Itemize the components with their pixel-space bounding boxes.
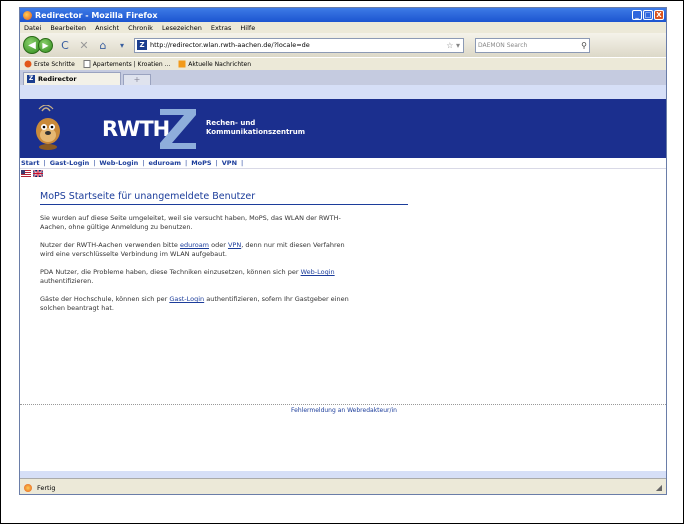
rz-logo-icon: [160, 109, 196, 149]
text: oder: [209, 241, 228, 249]
url-star-icon[interactable]: ☆ ▾: [446, 41, 460, 50]
rss-feed-icon: [178, 60, 186, 68]
status-icon: [24, 483, 32, 492]
firefox-bookmark-icon: [24, 60, 32, 68]
screenshot-frame: Redirector - Mozilla Firefox _ □ X Datei…: [0, 0, 684, 524]
menu-extras[interactable]: Extras: [211, 24, 232, 32]
nav-vpn[interactable]: VPN: [222, 159, 237, 167]
status-text: Fertig: [37, 483, 56, 492]
close-button[interactable]: X: [654, 10, 664, 20]
tab-bar: Z Redirector +: [20, 70, 666, 85]
page-content: RWTH Rechen- und Kommunikationszentrum S…: [20, 99, 666, 471]
main-article: MoPS Startseite für unangemeldete Benutz…: [20, 177, 666, 313]
banner-subtitle: Rechen- und Kommunikationszentrum: [206, 119, 305, 137]
text: PDA Nutzer, die Probleme haben, diese Te…: [40, 268, 301, 276]
paragraph-redirect: Sie wurden auf diese Seite umgeleitet, w…: [40, 214, 341, 231]
new-tab-button[interactable]: +: [123, 74, 151, 85]
site-favicon-icon: Z: [137, 40, 147, 50]
bookmark-label: Aktuelle Nachrichten: [188, 60, 252, 68]
bookmark-label: Apartements | Kroatien ...: [92, 60, 171, 68]
title-bar: Redirector - Mozilla Firefox _ □ X: [20, 8, 666, 22]
bookmark-star-icon[interactable]: ▾: [115, 41, 129, 50]
maximize-button[interactable]: □: [643, 10, 653, 20]
header-banner: RWTH Rechen- und Kommunikationszentrum: [20, 99, 666, 158]
menu-bearbeiten[interactable]: Bearbeiten: [50, 24, 86, 32]
url-text: http://redirector.wlan.rwth-aachen.de/?l…: [150, 41, 310, 49]
nav-eduroam[interactable]: eduroam: [148, 159, 181, 167]
tab-label: Redirector: [38, 75, 77, 83]
paragraph-rwth-users: Nutzer der RWTH-Aachen verwenden bitte e…: [40, 241, 350, 259]
nav-start[interactable]: Start: [21, 159, 40, 167]
bookmark-label: Erste Schritte: [34, 60, 75, 68]
menu-hilfe[interactable]: Hilfe: [240, 24, 255, 32]
web-login-link[interactable]: Web-Login: [301, 268, 335, 276]
search-icon[interactable]: ⚲: [581, 41, 587, 50]
text: Nutzer der RWTH-Aachen verwenden bitte: [40, 241, 180, 249]
menu-lesezeichen[interactable]: Lesezeichen: [162, 24, 202, 32]
bookmark-aktuelle-nachrichten[interactable]: Aktuelle Nachrichten: [178, 60, 251, 68]
menu-bar: Datei Bearbeiten Ansicht Chronik Lesezei…: [20, 22, 666, 33]
minimize-button[interactable]: _: [632, 10, 642, 20]
site-navigation: Start | Gast-Login | Web-Login | eduroam | M…: [20, 158, 666, 169]
navigation-toolbar: ◀ ▶ C ✕ ⌂ ▾ Z http://redirector.wlan.rwt…: [20, 33, 666, 57]
search-engine-label: DAEMON Search: [478, 41, 528, 49]
paragraph-pda-users: PDA Nutzer, die Probleme haben, diese Te…: [40, 268, 350, 286]
bookmarks-bar: Erste Schritte Apartements | Kroatien ..…: [20, 57, 666, 70]
nav-web-login[interactable]: Web-Login: [99, 159, 138, 167]
eduroam-link[interactable]: eduroam: [180, 241, 209, 249]
page-title: MoPS Startseite für unangemeldete Benutz…: [40, 191, 408, 205]
menu-ansicht[interactable]: Ansicht: [95, 24, 119, 32]
firefox-icon: [23, 10, 32, 20]
subtitle-line-2: Kommunikationszentrum: [206, 128, 306, 136]
nav-mops[interactable]: MoPS: [191, 159, 211, 167]
mascot-icon: [36, 105, 60, 150]
vpn-link[interactable]: VPN: [228, 241, 241, 249]
page-icon: [83, 60, 91, 68]
menu-datei[interactable]: Datei: [24, 24, 41, 32]
language-flags: [20, 170, 666, 177]
bookmark-erste-schritte[interactable]: Erste Schritte: [24, 60, 75, 68]
gast-login-link[interactable]: Gast-Login: [169, 295, 204, 303]
browser-window: Redirector - Mozilla Firefox _ □ X Datei…: [19, 7, 667, 495]
us-flag-icon[interactable]: [21, 170, 31, 177]
status-bar: Fertig ◢: [20, 478, 666, 494]
footer: Fehlermeldung an Webredakteur/in: [20, 404, 666, 414]
text: authentifizieren.: [40, 277, 94, 285]
uk-flag-icon[interactable]: [33, 170, 43, 177]
stop-icon[interactable]: ✕: [77, 39, 91, 52]
window-title: Redirector - Mozilla Firefox: [35, 10, 158, 20]
bookmark-apartements[interactable]: Apartements | Kroatien ...: [83, 60, 171, 68]
paragraph-guests: Gäste der Hochschule, können sich per Ga…: [40, 295, 350, 313]
tab-redirector[interactable]: Z Redirector: [23, 72, 121, 85]
text: Gäste der Hochschule, können sich per: [40, 295, 170, 303]
nav-gast-login[interactable]: Gast-Login: [50, 159, 90, 167]
forward-icon[interactable]: ▶: [38, 37, 53, 53]
resize-grip-icon[interactable]: ◢: [656, 483, 662, 492]
home-icon[interactable]: ⌂: [96, 39, 110, 52]
subtitle-line-1: Rechen- und: [206, 119, 256, 127]
tab-favicon-icon: Z: [27, 75, 35, 83]
feedback-link[interactable]: Fehlermeldung an Webredakteur/in: [291, 407, 397, 414]
menu-chronik[interactable]: Chronik: [128, 24, 153, 32]
url-bar[interactable]: Z http://redirector.wlan.rwth-aachen.de/…: [134, 37, 464, 53]
reload-icon[interactable]: C: [58, 39, 72, 52]
search-input[interactable]: DAEMON Search ⚲: [475, 37, 590, 53]
